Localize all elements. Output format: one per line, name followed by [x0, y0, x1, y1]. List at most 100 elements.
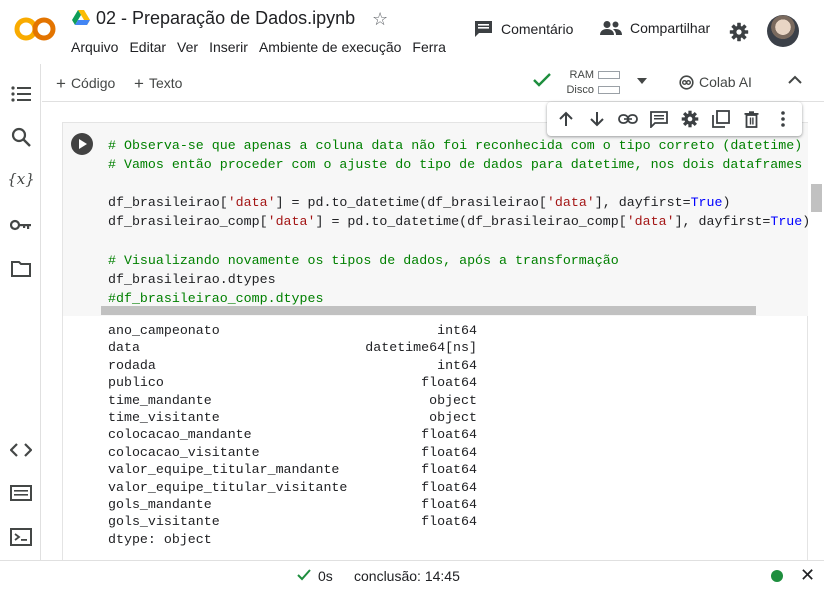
toc-icon[interactable]	[10, 83, 32, 105]
disk-label: Disco	[566, 84, 594, 96]
code-line-comment: #df_brasileirao_comp.dtypes	[108, 290, 324, 306]
share-label: Compartilhar	[630, 20, 711, 36]
dtype-column-name: time_mandante	[108, 392, 212, 408]
resource-monitor[interactable]: RAM Disco	[564, 68, 594, 98]
code-string: 'data'	[546, 195, 595, 211]
code-editor[interactable]: # Observa-se que apenas a coluna data nã…	[63, 123, 810, 316]
command-palette-icon[interactable]	[10, 482, 32, 504]
dtype-value: float64	[421, 462, 477, 478]
code-token: df_brasileirao_comp[	[108, 214, 268, 230]
code-token: df_brasileirao[	[108, 195, 228, 211]
folder-icon[interactable]	[10, 258, 32, 280]
dtype-value: float64	[421, 497, 477, 513]
menu-edit[interactable]: Editar	[129, 39, 166, 55]
comment-button[interactable]: Comentário	[474, 20, 573, 38]
search-icon[interactable]	[10, 126, 32, 148]
plus-icon: +	[56, 74, 66, 93]
code-token: ], dayfirst=	[674, 214, 771, 230]
status-bar: 0s conclusão: 14:45 ✕	[0, 560, 824, 590]
ram-usage-bar	[598, 71, 620, 79]
ram-label: RAM	[569, 69, 594, 81]
run-cell-icon[interactable]	[71, 133, 93, 155]
code-line-comment: # Visualizando novamente os tipos de dad…	[108, 252, 619, 268]
code-line: df_brasileirao['data'] = pd.to_datetime(…	[108, 193, 810, 212]
code-line-comment: # Observa-se que apenas a coluna data nã…	[108, 138, 803, 153]
cell-settings-icon[interactable]	[679, 108, 701, 130]
close-icon[interactable]: ✕	[800, 565, 815, 586]
more-vert-icon[interactable]	[772, 108, 794, 130]
caret-down-icon[interactable]	[636, 77, 648, 85]
dtype-row: data datetime64[ns]	[108, 339, 477, 356]
chevron-up-icon[interactable]	[788, 75, 802, 85]
key-icon[interactable]	[10, 214, 32, 236]
connected-check-icon	[533, 73, 551, 87]
notebook-toolbar: + Código + Texto RAM Disco Colab AI	[42, 64, 824, 102]
plus-icon: +	[134, 74, 144, 93]
google-drive-icon[interactable]	[72, 10, 90, 26]
code-token: )	[722, 195, 731, 211]
code-token: ] = pd.to_datetime(df_brasileirao[	[275, 195, 547, 211]
arrow-down-icon[interactable]	[586, 108, 608, 130]
comment-icon	[475, 21, 492, 37]
terminal-icon[interactable]	[10, 526, 32, 548]
menu-runtime[interactable]: Ambiente de execução	[259, 39, 401, 55]
colab-logo-icon[interactable]	[14, 14, 56, 44]
code-lines: # Observa-se que apenas a coluna data nã…	[108, 136, 810, 308]
dtype-column-name: colocacao_visitante	[108, 444, 260, 460]
code-line: df_brasileirao.dtypes	[108, 271, 276, 287]
dtype-footer: dtype: object	[108, 531, 212, 547]
code-keyword: True	[770, 214, 803, 230]
delete-icon[interactable]	[741, 108, 763, 130]
execution-duration: 0s	[318, 568, 333, 584]
code-line: df_brasileirao_comp['data'] = pd.to_date…	[108, 212, 810, 231]
star-icon[interactable]: ☆	[372, 9, 388, 29]
dtype-value: float64	[421, 427, 477, 443]
code-cell[interactable]: # Observa-se que apenas a coluna data nã…	[62, 122, 810, 560]
dtype-row: rodada int64	[108, 357, 477, 374]
share-button[interactable]: Compartilhar	[600, 20, 710, 36]
dtype-column-name: time_visitante	[108, 410, 220, 426]
dtype-value: float64	[421, 479, 477, 495]
dtype-value: int64	[437, 323, 477, 338]
comment-label: Comentário	[501, 21, 574, 37]
vertical-scrollbar-track[interactable]	[810, 182, 824, 560]
menu-tools[interactable]: Ferra	[412, 39, 445, 55]
link-icon[interactable]	[617, 108, 639, 130]
comment-cell-icon[interactable]	[648, 108, 670, 130]
success-check-icon	[297, 569, 311, 581]
menu-insert[interactable]: Inserir	[209, 39, 248, 55]
code-snippets-icon[interactable]	[10, 439, 32, 461]
vertical-scrollbar-thumb[interactable]	[811, 184, 822, 212]
runtime-status-dot	[771, 570, 783, 582]
colab-ai-label: Colab AI	[699, 74, 752, 90]
dtype-row: time_visitante object	[108, 409, 477, 426]
add-code-button[interactable]: + Código	[56, 74, 115, 94]
dtype-column-name: gols_mandante	[108, 497, 212, 513]
dtype-row: colocacao_visitante float64	[108, 444, 477, 461]
dtype-column-name: valor_equipe_titular_visitante	[108, 479, 348, 495]
settings-gear-icon[interactable]	[729, 22, 749, 42]
menu-file[interactable]: Arquivo	[71, 39, 118, 55]
mirror-cell-icon[interactable]	[710, 108, 732, 130]
horizontal-scrollbar[interactable]	[101, 306, 756, 315]
code-string: 'data'	[227, 195, 276, 211]
dtype-value: int64	[437, 357, 477, 373]
add-text-button[interactable]: + Texto	[134, 74, 182, 94]
dtype-column-name: rodada	[108, 357, 156, 373]
dtype-value: float64	[421, 514, 477, 530]
dtype-value: datetime64[ns]	[365, 340, 477, 356]
dtype-row: gols_visitante float64	[108, 513, 477, 530]
cell-toolbar	[547, 102, 802, 136]
people-icon	[600, 21, 622, 35]
dtype-column-name: data	[108, 340, 140, 356]
variables-icon[interactable]: {x}	[7, 168, 35, 190]
dtype-row: publico float64	[108, 374, 477, 391]
colab-ai-button[interactable]: Colab AI	[679, 74, 752, 90]
arrow-up-icon[interactable]	[555, 108, 577, 130]
dtype-row: valor_equipe_titular_visitante float64	[108, 479, 477, 496]
menu-view[interactable]: Ver	[177, 39, 198, 55]
code-string: 'data'	[626, 214, 675, 230]
user-avatar[interactable]	[767, 15, 799, 47]
notebook-title[interactable]: 02 - Preparação de Dados.ipynb	[96, 8, 355, 29]
